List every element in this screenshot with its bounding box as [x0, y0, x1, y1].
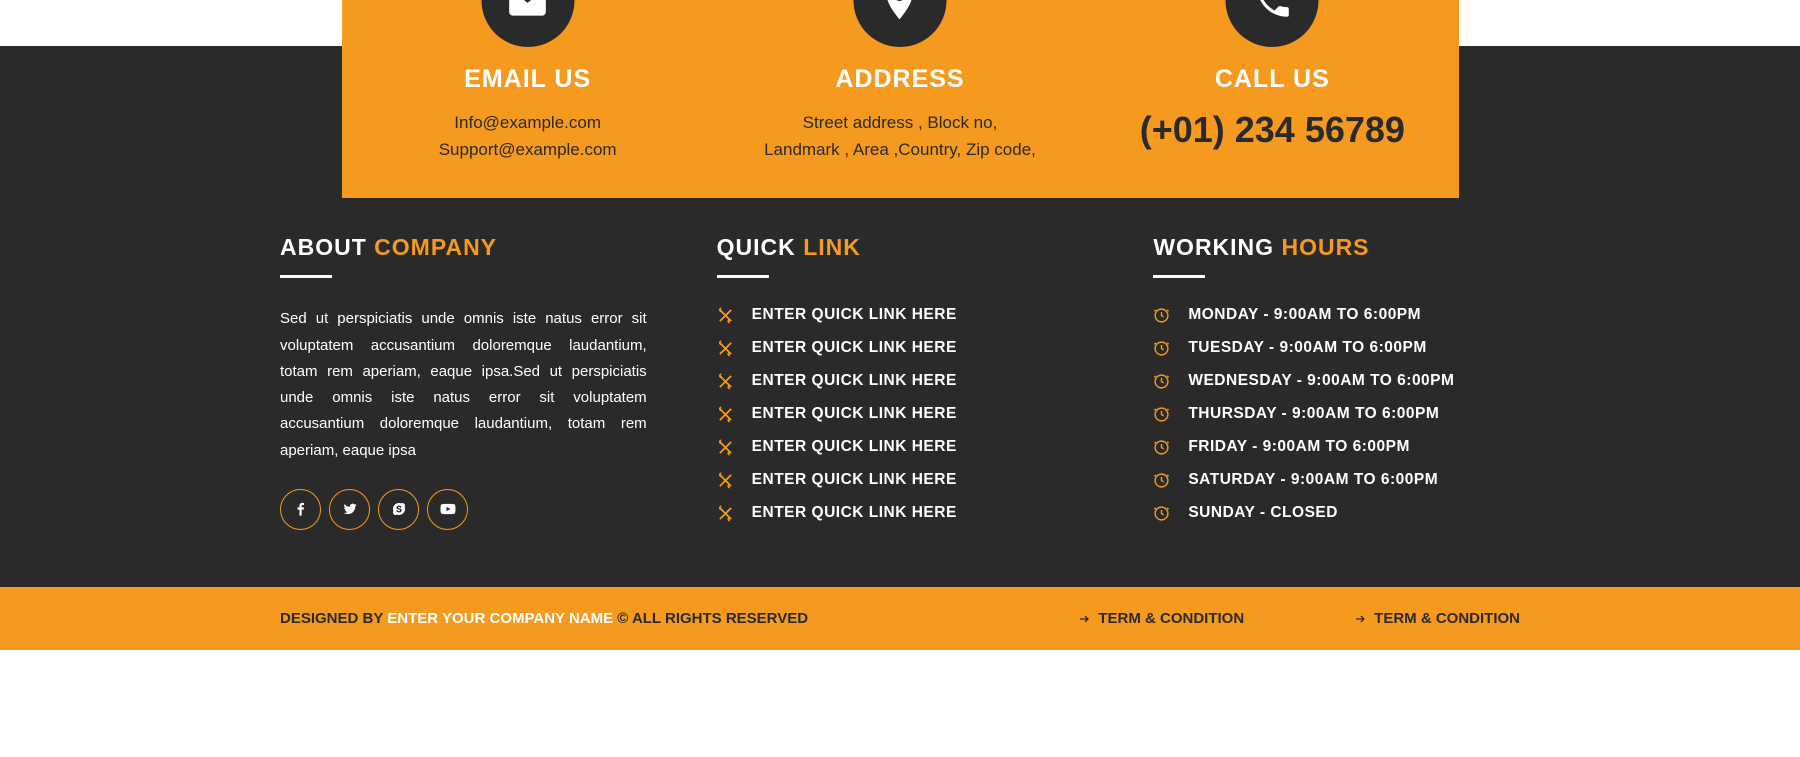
envelope-icon	[506, 0, 550, 23]
hours-item: TUESDAY - 9:00AM TO 6:00PM	[1153, 339, 1520, 357]
quick-link-label: ENTER QUICK LINK HERE	[752, 405, 957, 423]
terms-group: TERM & CONDITION TERM & CONDITION	[1078, 610, 1520, 627]
quick-link-label: ENTER QUICK LINK HERE	[752, 438, 957, 456]
clock-icon	[1153, 307, 1170, 324]
working-hours-heading: WORKING HOURS	[1153, 234, 1520, 278]
hours-heading-part2: HOURS	[1281, 234, 1369, 260]
contact-call-column: CALL US (+01) 234 56789	[1086, 65, 1458, 163]
social-row	[280, 489, 647, 530]
hours-item: SATURDAY - 9:00AM TO 6:00PM	[1153, 471, 1520, 489]
rights-text: © ALL RIGHTS RESERVED	[613, 610, 808, 627]
hours-heading-part1: WORKING	[1153, 234, 1274, 260]
email-title: EMAIL US	[342, 65, 714, 94]
quick-heading-part1: QUICK	[717, 234, 796, 260]
quick-link-list: ENTER QUICK LINK HERE ENTER QUICK LINK H…	[717, 306, 1084, 522]
bottom-bar: DESIGNED BY ENTER YOUR COMPANY NAME © AL…	[0, 587, 1800, 650]
twitter-icon	[342, 501, 358, 517]
youtube-link[interactable]	[427, 489, 468, 530]
term-label: TERM & CONDITION	[1098, 610, 1244, 627]
facebook-link[interactable]	[280, 489, 321, 530]
quick-link-label: ENTER QUICK LINK HERE	[752, 372, 957, 390]
hours-item: MONDAY - 9:00AM TO 6:00PM	[1153, 306, 1520, 324]
call-title: CALL US	[1086, 65, 1458, 94]
map-pin-icon	[878, 0, 922, 23]
about-heading-part2: COMPANY	[374, 234, 497, 260]
working-hours-column: WORKING HOURS MONDAY - 9:00AM TO 6:00PM …	[1153, 234, 1520, 537]
hours-label: TUESDAY - 9:00AM TO 6:00PM	[1188, 339, 1426, 357]
quick-link-heading: QUICK LINK	[717, 234, 1084, 278]
hours-label: FRIDAY - 9:00AM TO 6:00PM	[1188, 438, 1410, 456]
term-condition-link-2[interactable]: TERM & CONDITION	[1354, 610, 1520, 627]
term-condition-link-1[interactable]: TERM & CONDITION	[1078, 610, 1244, 627]
designed-by: DESIGNED BY ENTER YOUR COMPANY NAME © AL…	[280, 610, 808, 627]
arrow-right-icon	[1078, 613, 1090, 625]
hours-label: SUNDAY - CLOSED	[1188, 504, 1338, 522]
quick-link-item[interactable]: ENTER QUICK LINK HERE	[717, 339, 1084, 357]
contact-address-column: ADDRESS Street address , Block no, Landm…	[714, 65, 1086, 163]
quick-link-column: QUICK LINK ENTER QUICK LINK HERE ENTER Q…	[717, 234, 1084, 537]
facebook-icon	[293, 501, 309, 517]
quick-link-item[interactable]: ENTER QUICK LINK HERE	[717, 372, 1084, 390]
tools-icon	[717, 307, 734, 324]
quick-link-label: ENTER QUICK LINK HERE	[752, 306, 957, 324]
email-icon-circle	[481, 0, 574, 47]
term-label: TERM & CONDITION	[1374, 610, 1520, 627]
about-text: Sed ut perspiciatis unde omnis iste natu…	[280, 306, 647, 464]
address-icon-circle	[853, 0, 946, 47]
clock-icon	[1153, 406, 1170, 423]
quick-link-item[interactable]: ENTER QUICK LINK HERE	[717, 471, 1084, 489]
hours-label: WEDNESDAY - 9:00AM TO 6:00PM	[1188, 372, 1454, 390]
tools-icon	[717, 505, 734, 522]
company-name: ENTER YOUR COMPANY NAME	[387, 610, 613, 627]
hours-item: SUNDAY - CLOSED	[1153, 504, 1520, 522]
hours-label: THURSDAY - 9:00AM TO 6:00PM	[1188, 405, 1439, 423]
quick-link-label: ENTER QUICK LINK HERE	[752, 339, 957, 357]
footer-dark: EMAIL US Info@example.com Support@exampl…	[0, 46, 1800, 587]
call-icon-circle	[1226, 0, 1319, 47]
hours-item: WEDNESDAY - 9:00AM TO 6:00PM	[1153, 372, 1520, 390]
address-line1: Street address , Block no,	[714, 109, 1086, 136]
hours-item: THURSDAY - 9:00AM TO 6:00PM	[1153, 405, 1520, 423]
skype-link[interactable]	[378, 489, 419, 530]
hours-list: MONDAY - 9:00AM TO 6:00PM TUESDAY - 9:00…	[1153, 306, 1520, 522]
quick-link-item[interactable]: ENTER QUICK LINK HERE	[717, 438, 1084, 456]
clock-icon	[1153, 373, 1170, 390]
hours-item: FRIDAY - 9:00AM TO 6:00PM	[1153, 438, 1520, 456]
tools-icon	[717, 439, 734, 456]
tools-icon	[717, 406, 734, 423]
quick-link-item[interactable]: ENTER QUICK LINK HERE	[717, 306, 1084, 324]
info-row: ABOUT COMPANY Sed ut perspiciatis unde o…	[280, 234, 1520, 537]
about-heading: ABOUT COMPANY	[280, 234, 647, 278]
hours-label: MONDAY - 9:00AM TO 6:00PM	[1188, 306, 1421, 324]
quick-heading-part2: LINK	[803, 234, 861, 260]
quick-link-item[interactable]: ENTER QUICK LINK HERE	[717, 504, 1084, 522]
hours-label: SATURDAY - 9:00AM TO 6:00PM	[1188, 471, 1438, 489]
phone-icon	[1251, 0, 1293, 22]
clock-icon	[1153, 505, 1170, 522]
clock-icon	[1153, 439, 1170, 456]
designed-prefix: DESIGNED BY	[280, 610, 387, 627]
phone-number: (+01) 234 56789	[1086, 109, 1458, 151]
email-line1: Info@example.com	[342, 109, 714, 136]
skype-icon	[391, 501, 407, 517]
tools-icon	[717, 340, 734, 357]
contact-bar: EMAIL US Info@example.com Support@exampl…	[342, 0, 1459, 198]
youtube-icon	[439, 500, 457, 518]
about-column: ABOUT COMPANY Sed ut perspiciatis unde o…	[280, 234, 647, 537]
email-line2: Support@example.com	[342, 136, 714, 163]
arrow-right-icon	[1354, 613, 1366, 625]
tools-icon	[717, 373, 734, 390]
quick-link-label: ENTER QUICK LINK HERE	[752, 471, 957, 489]
clock-icon	[1153, 340, 1170, 357]
address-line2: Landmark , Area ,Country, Zip code,	[714, 136, 1086, 163]
contact-email-column: EMAIL US Info@example.com Support@exampl…	[342, 65, 714, 163]
quick-link-label: ENTER QUICK LINK HERE	[752, 504, 957, 522]
about-heading-part1: ABOUT	[280, 234, 367, 260]
clock-icon	[1153, 472, 1170, 489]
address-title: ADDRESS	[714, 65, 1086, 94]
tools-icon	[717, 472, 734, 489]
twitter-link[interactable]	[329, 489, 370, 530]
quick-link-item[interactable]: ENTER QUICK LINK HERE	[717, 405, 1084, 423]
